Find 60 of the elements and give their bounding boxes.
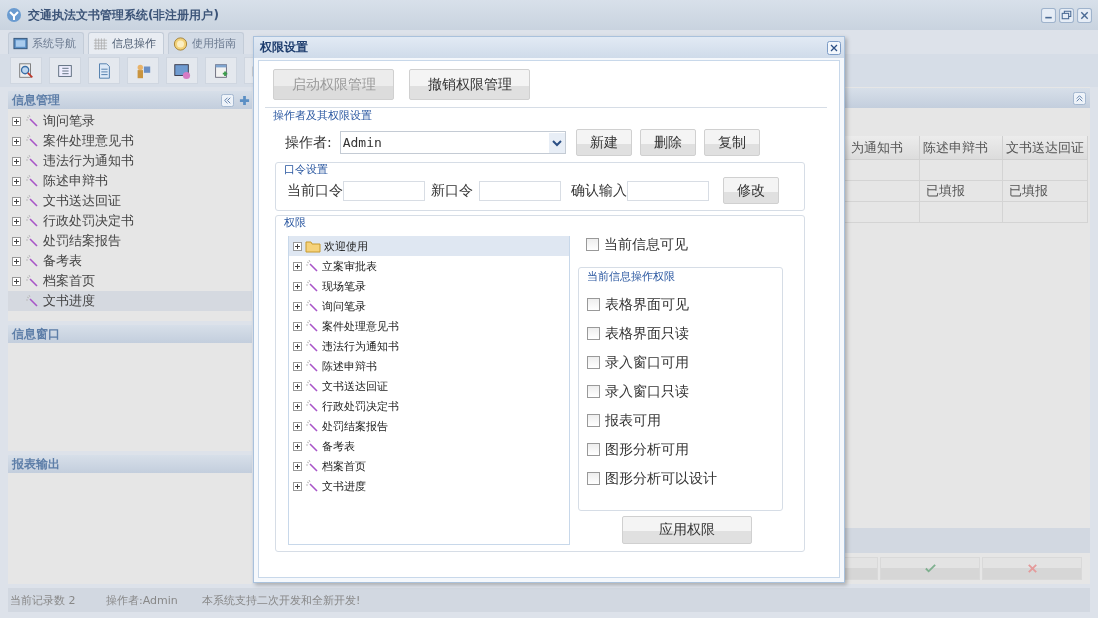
tree-item[interactable]: 备考表	[289, 436, 569, 456]
panel-title: 信息管理	[12, 91, 60, 109]
operator-button[interactable]: 复制	[703, 129, 760, 156]
window-title: 交通执法文书管理系统(非注册用户)	[28, 6, 219, 24]
checkbox[interactable]: 报表可用	[579, 406, 782, 435]
operator-dropdown[interactable]: Admin	[339, 131, 566, 154]
checkbox[interactable]: 图形分析可用	[579, 435, 782, 464]
field-label: 当前口令	[287, 181, 343, 200]
dialog-button[interactable]: 撤销权限管理	[409, 69, 530, 100]
tree-item[interactable]: 文书进度	[289, 476, 569, 496]
field-label: 确认输入	[571, 181, 627, 200]
tree-item[interactable]: 行政处罚决定书	[289, 396, 569, 416]
dialog-title: 权限设置	[260, 39, 308, 56]
section-title: 口令设置	[283, 163, 329, 177]
status-text: 当前记录数 2	[10, 592, 77, 608]
tree-item[interactable]: 立案审批表	[289, 256, 569, 276]
status-text: 操作者:Admin	[106, 592, 179, 608]
tree-item[interactable]: 违法行为通知书	[289, 336, 569, 356]
section-title: 权限	[283, 216, 307, 230]
tree-item[interactable]: 档案首页	[8, 271, 252, 291]
checkbox[interactable]: 录入窗口可用	[579, 348, 782, 377]
tree-item[interactable]: 陈述申辩书	[8, 171, 252, 191]
tree-item[interactable]: 陈述申辩书	[289, 356, 569, 376]
checkbox[interactable]: 当前信息可见	[578, 230, 804, 259]
operator-button[interactable]: 删除	[639, 129, 696, 156]
checkbox[interactable]: 图形分析可以设计	[579, 464, 782, 493]
tree-item[interactable]: 处罚结案报告	[8, 231, 252, 251]
section-title: 当前信息操作权限	[586, 270, 676, 284]
checkbox[interactable]: 表格界面可见	[579, 290, 782, 319]
tree-item[interactable]: 案件处理意见书	[289, 316, 569, 336]
checkbox[interactable]: 录入窗口只读	[579, 377, 782, 406]
field-label: 新口令	[431, 181, 473, 200]
panel-title: 报表输出	[12, 455, 60, 473]
apply-button[interactable]: 应用权限	[622, 516, 752, 544]
column-header[interactable]: 文书送达回证	[1003, 136, 1088, 160]
tree-item[interactable]: 询问笔录	[289, 296, 569, 316]
operator-button[interactable]: 新建	[575, 129, 632, 156]
tree-item[interactable]: 备考表	[8, 251, 252, 271]
column-header[interactable]: 为通知书	[845, 136, 920, 160]
section-title: 操作者及其权限设置	[272, 109, 373, 123]
tree-item[interactable]: 档案首页	[289, 456, 569, 476]
table-cell: 已填报	[1003, 181, 1088, 202]
tab[interactable]: 信息操作	[88, 32, 164, 54]
tree-item[interactable]: 欢迎使用	[289, 236, 569, 256]
column-header[interactable]: 陈述申辩书	[920, 136, 1003, 160]
tree-item[interactable]: 文书送达回证	[8, 191, 252, 211]
tree-item[interactable]: 违法行为通知书	[8, 151, 252, 171]
tree-item[interactable]: 文书送达回证	[289, 376, 569, 396]
tree-item[interactable]: 询问笔录	[8, 111, 252, 131]
modify-button[interactable]: 修改	[723, 177, 779, 204]
tree-item[interactable]: 案件处理意见书	[8, 131, 252, 151]
operator-label: 操作者:	[285, 133, 332, 152]
tree-item[interactable]: 处罚结案报告	[289, 416, 569, 436]
status-text: 本系统支持二次开发和全新开发!	[202, 592, 361, 608]
checkbox[interactable]: 表格界面只读	[579, 319, 782, 348]
panel-title: 信息窗口	[12, 325, 60, 343]
tree-item[interactable]: 行政处罚决定书	[8, 211, 252, 231]
tree-item[interactable]: 现场笔录	[289, 276, 569, 296]
tree-item[interactable]: 文书进度	[8, 291, 252, 311]
table-cell: 已填报	[920, 181, 1003, 202]
